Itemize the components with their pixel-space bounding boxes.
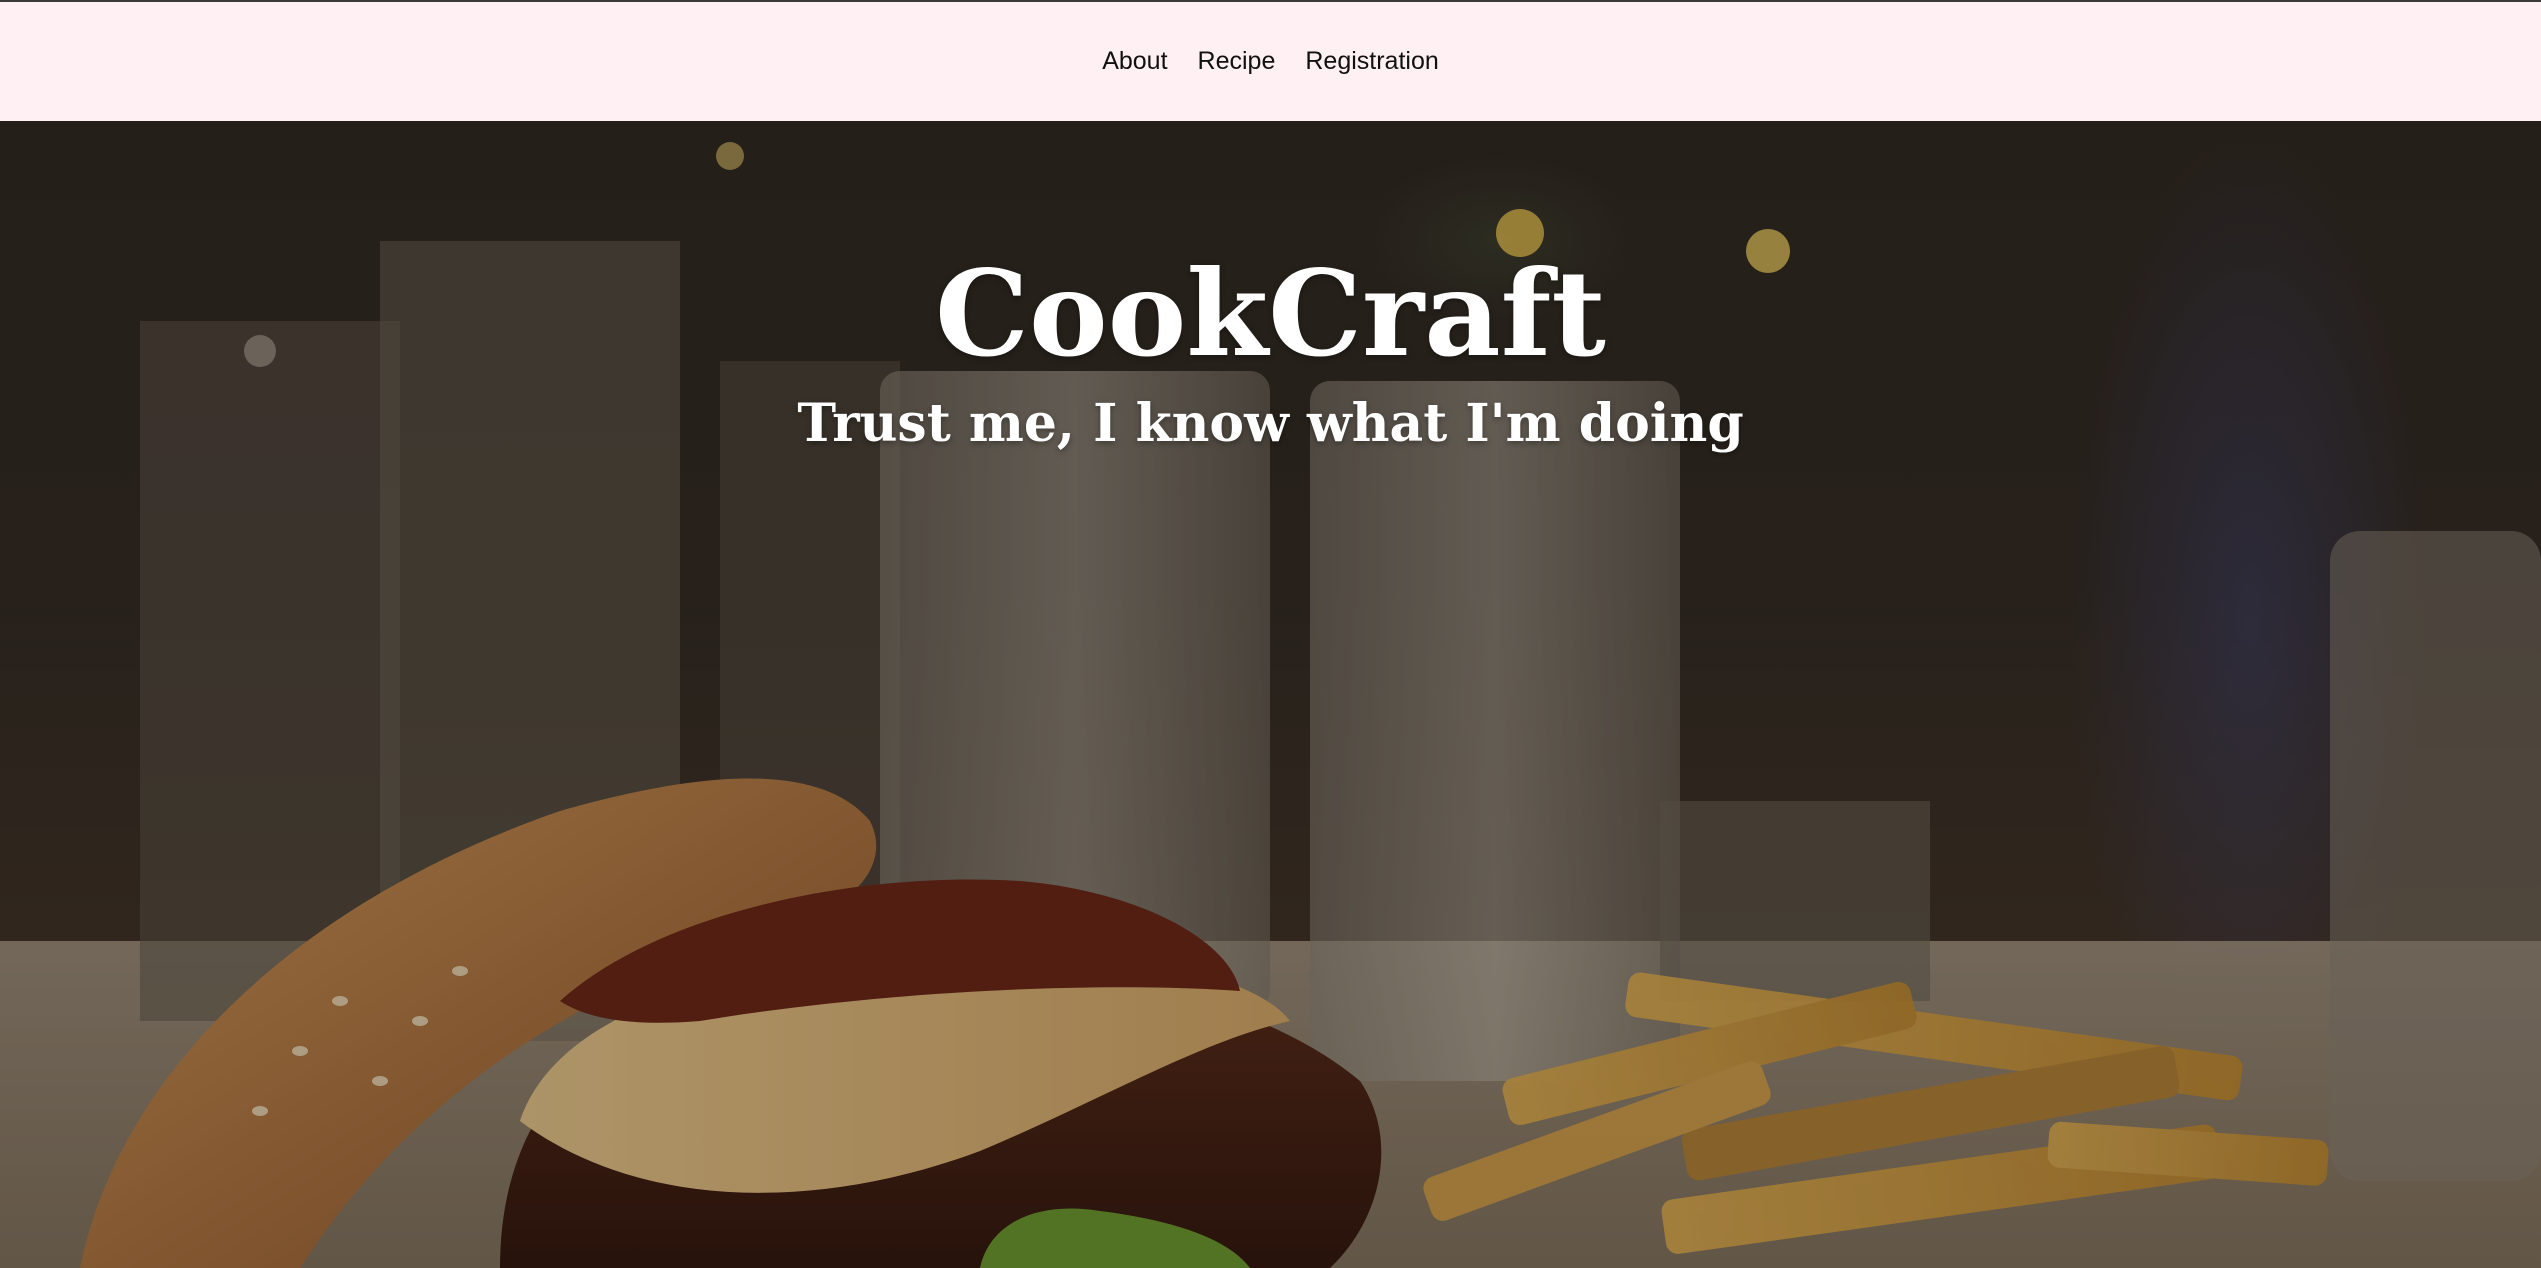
hero-title: CookCraft [935,244,1606,383]
hero-section: CookCraft Trust me, I know what I'm doin… [0,121,2541,1268]
top-navbar: About Recipe Registration [0,2,2541,121]
nav-link-registration[interactable]: Registration [1305,43,1438,80]
nav-link-about[interactable]: About [1102,43,1167,80]
hero-subtitle: Trust me, I know what I'm doing [797,393,1744,454]
nav-link-recipe[interactable]: Recipe [1198,43,1276,80]
